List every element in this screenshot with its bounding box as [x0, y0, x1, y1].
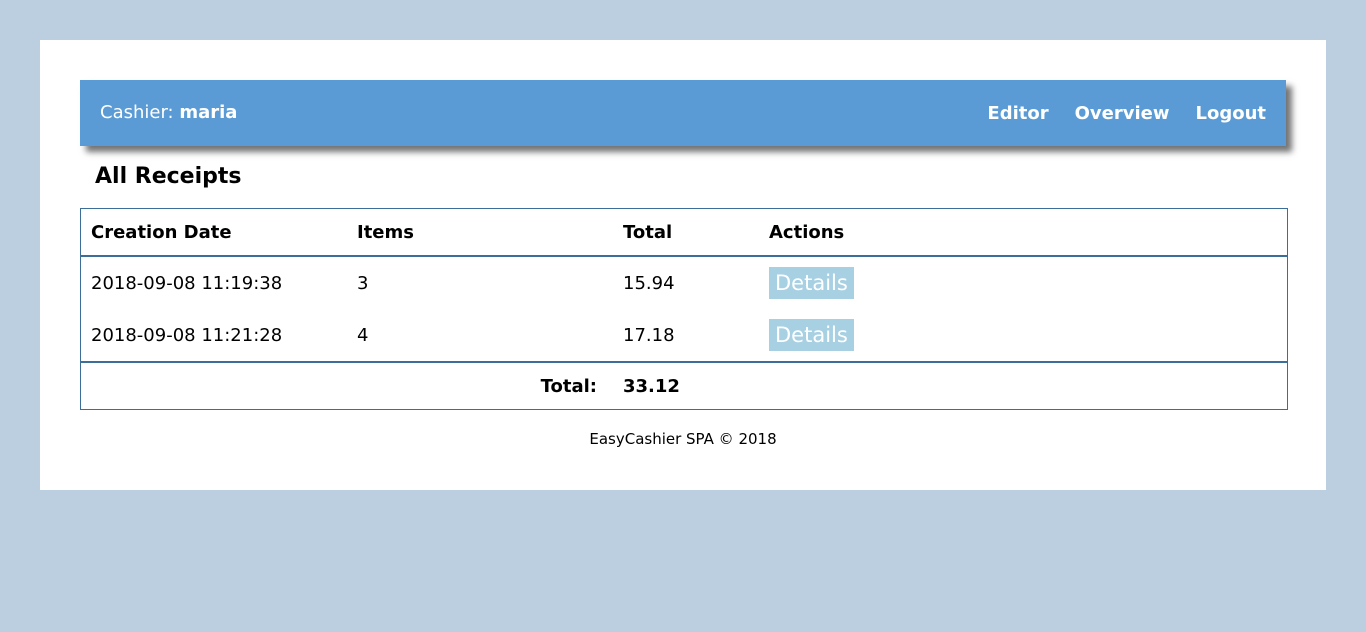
page-container: Cashier: maria Editor Overview Logout Al… [40, 40, 1326, 490]
column-header-actions: Actions [759, 208, 1288, 257]
cashier-name: maria [179, 102, 238, 123]
table-header-row: Creation Date Items Total Actions [80, 208, 1288, 257]
cell-items: 4 [357, 324, 369, 346]
cashier-label: Cashier: [100, 102, 174, 123]
table-row: 2018-09-08 11:19:38 3 15.94 Details [81, 256, 1288, 309]
cashier-info: Cashier: maria [100, 80, 237, 146]
cell-total: 15.94 [623, 272, 675, 294]
table-header: Creation Date Items Total Actions [80, 208, 1288, 257]
cell-creation-date: 2018-09-08 11:19:38 [91, 272, 283, 294]
details-button[interactable]: Details [769, 319, 854, 351]
nav-link-logout[interactable]: Logout [1195, 103, 1266, 124]
nav-link-editor[interactable]: Editor [987, 103, 1048, 124]
table-footer: Total: 33.12 [80, 361, 1288, 410]
nav-link-overview[interactable]: Overview [1075, 103, 1170, 124]
page-title: All Receipts [95, 164, 242, 189]
page-footer: EasyCashier SPA © 2018 [589, 430, 777, 448]
cell-actions: Details [759, 256, 1288, 309]
cell-actions: Details [759, 309, 1288, 362]
table-row: 2018-09-08 11:21:28 4 17.18 Details [81, 309, 1288, 362]
column-header-creation-date: Creation Date [80, 208, 347, 257]
grand-total-value: 33.12 [613, 361, 759, 410]
column-header-total: Total [613, 208, 759, 257]
cell-items: 3 [357, 272, 369, 294]
nav-links: Editor Overview Logout [961, 80, 1266, 146]
navbar: Cashier: maria Editor Overview Logout [80, 80, 1286, 146]
grand-total-label: Total: [80, 361, 613, 410]
table-footer-row: Total: 33.12 [80, 361, 1288, 410]
receipts-table: Creation Date Items Total Actions 2018-0… [80, 208, 1288, 410]
cell-creation-date: 2018-09-08 11:21:28 [91, 324, 283, 346]
cell-total: 17.18 [623, 324, 675, 346]
table-body: 2018-09-08 11:19:38 3 15.94 Details 2018… [81, 256, 1288, 362]
details-button[interactable]: Details [769, 267, 854, 299]
column-header-items: Items [347, 208, 613, 257]
footer-empty-cell [759, 361, 1288, 410]
